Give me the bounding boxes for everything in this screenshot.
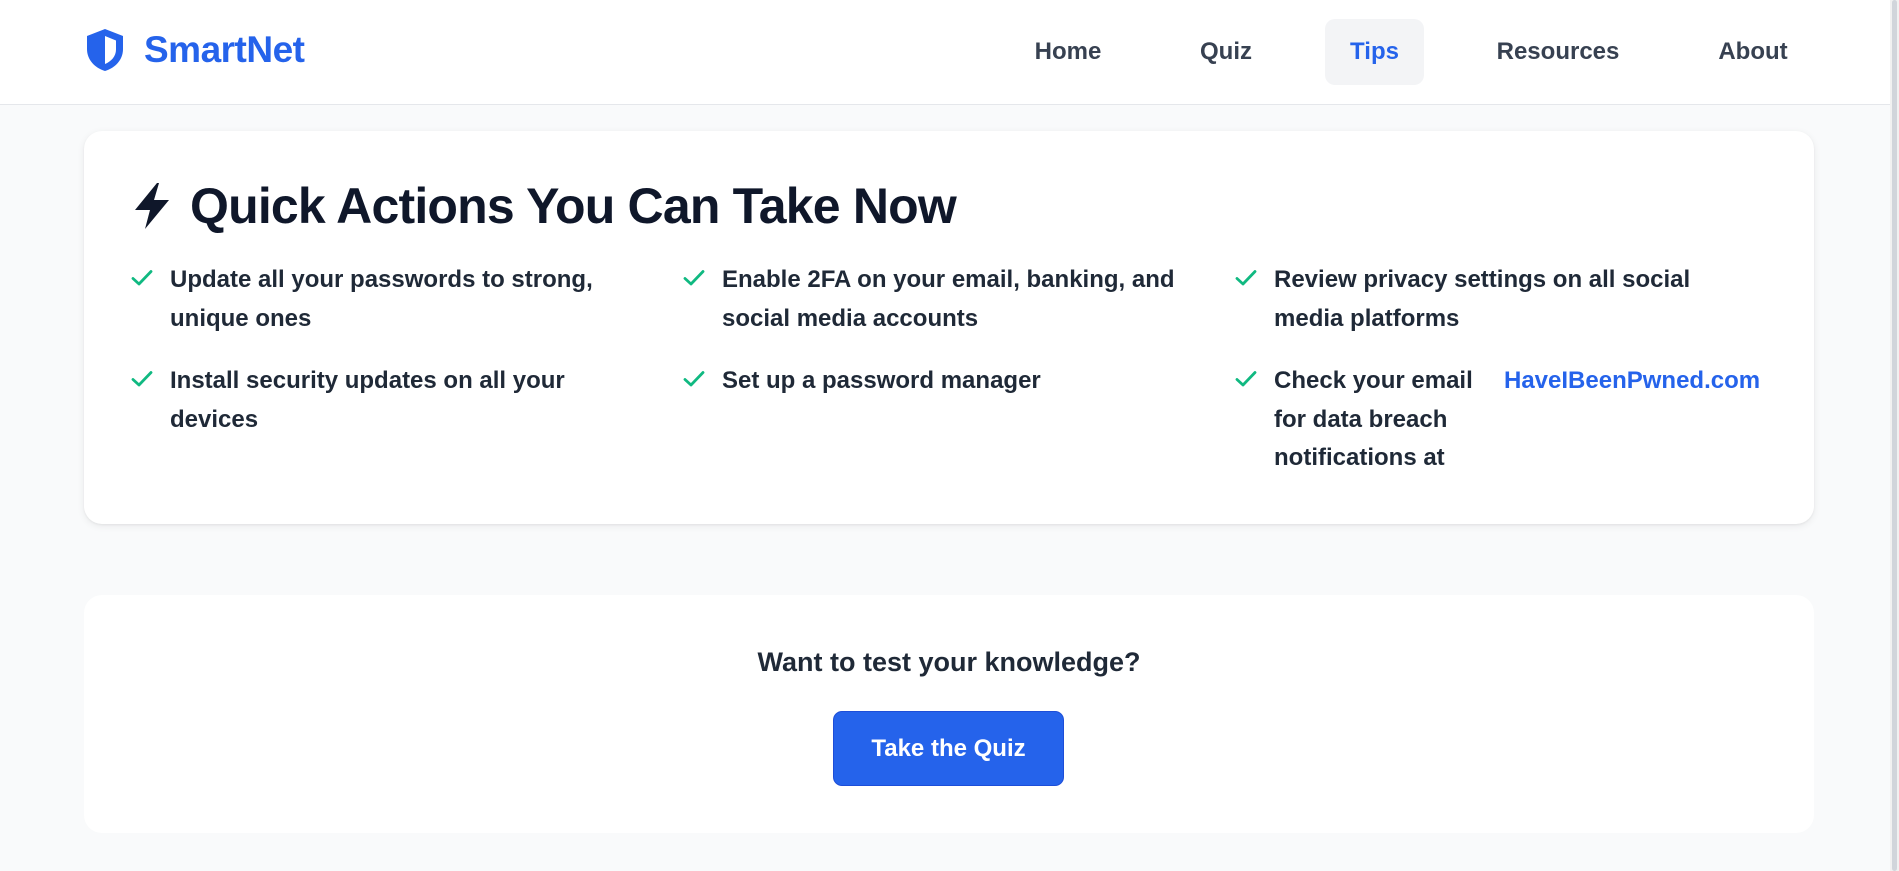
action-item: Check your email for data breach notific…	[1234, 362, 1794, 478]
scrollbar-thumb[interactable]	[1892, 0, 1897, 871]
check-icon	[1235, 371, 1257, 387]
take-quiz-button[interactable]: Take the Quiz	[833, 711, 1064, 786]
nav-item-quiz[interactable]: Quiz	[1172, 19, 1280, 85]
page-scrollbar[interactable]	[1890, 0, 1899, 871]
site-header: SmartNet Home Quiz Tips Resources About	[0, 0, 1899, 105]
nav-item-tips[interactable]: Tips	[1325, 19, 1424, 85]
nav-item-home[interactable]: Home	[1012, 19, 1124, 85]
action-item: Enable 2FA on your email, banking, and s…	[682, 261, 1182, 338]
action-item: Install security updates on all your dev…	[130, 362, 630, 439]
haveibeenpwned-link[interactable]: HaveIBeenPwned.com	[1504, 362, 1760, 401]
lightning-bolt-icon	[135, 183, 169, 229]
cta-question: Want to test your knowledge?	[757, 647, 1141, 677]
check-icon	[131, 371, 153, 387]
action-item-text: Update all your passwords to strong, uni…	[170, 266, 593, 332]
nav-item-resources[interactable]: Resources	[1472, 19, 1644, 85]
check-icon	[683, 270, 705, 286]
check-icon	[1235, 270, 1257, 286]
action-item: Review privacy settings on all social me…	[1234, 261, 1734, 338]
action-item: Update all your passwords to strong, uni…	[130, 261, 630, 338]
action-item: Set up a password manager	[682, 362, 1182, 401]
action-item-text: Set up a password manager	[722, 367, 1041, 394]
check-icon	[131, 270, 153, 286]
nav-item-about[interactable]: About	[1691, 19, 1815, 85]
quick-actions-card: Quick Actions You Can Take Now Update al…	[84, 131, 1814, 524]
action-item-text: Review privacy settings on all social me…	[1274, 266, 1691, 332]
main-nav: Home Quiz Tips Resources About	[0, 19, 1899, 85]
quiz-cta-card: Want to test your knowledge? Take the Qu…	[84, 595, 1814, 833]
quick-actions-title: Quick Actions You Can Take Now	[190, 178, 957, 234]
action-item-text: Check your email for data breach notific…	[1274, 367, 1473, 471]
check-icon	[683, 371, 705, 387]
quick-actions-heading: Quick Actions You Can Take Now	[130, 177, 957, 235]
action-item-text: Enable 2FA on your email, banking, and s…	[722, 266, 1175, 332]
action-item-text: Install security updates on all your dev…	[170, 367, 565, 433]
